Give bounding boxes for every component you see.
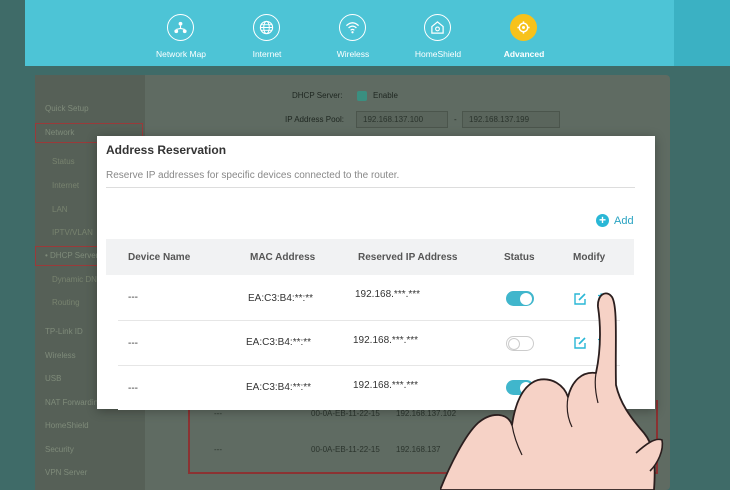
sidebar-item-ddns[interactable]: Dynamic DNS — [52, 275, 102, 284]
column-header-mac: MAC Address — [250, 252, 316, 263]
wifi-icon — [339, 14, 366, 41]
trash-icon[interactable] — [596, 336, 610, 350]
nav-label-wireless: Wireless — [336, 49, 370, 59]
sidebar-item-tplink-id[interactable]: TP-Link ID — [45, 327, 83, 336]
nav-label-network-map: Network Map — [155, 49, 207, 59]
address-reservation-dialog: Address Reservation Reserve IP addresses… — [97, 136, 655, 410]
dialog-title: Address Reservation — [106, 143, 227, 157]
reservation-table: Device Name MAC Address Reserved IP Addr… — [106, 239, 634, 410]
sidebar-item-wireless[interactable]: Wireless — [45, 351, 76, 360]
table-header: Device Name MAC Address Reserved IP Addr… — [106, 239, 634, 275]
nav-label-homeshield: HomeShield — [414, 49, 462, 59]
column-header-modify: Modify — [573, 252, 606, 263]
status-toggle[interactable] — [506, 380, 534, 395]
nav-advanced[interactable]: Advanced — [479, 0, 569, 66]
table-row: --- EA:C3:B4:**:** 192.168.***.*** — [106, 275, 634, 320]
sidebar-item-usb[interactable]: USB — [45, 374, 61, 383]
sidebar-item-security[interactable]: Security — [45, 445, 74, 454]
bg-row-ip: 192.168.137.102 — [396, 409, 457, 418]
nav-wireless[interactable]: Wireless — [308, 0, 398, 66]
edit-icon[interactable] — [573, 336, 587, 350]
bg-row-device: --- — [214, 445, 222, 454]
device-name-cell: --- — [128, 383, 138, 394]
nav-internet[interactable]: Internet — [222, 0, 312, 66]
bg-row-mac: 00-0A-EB-11-22-15 — [311, 409, 380, 418]
sidebar-item-internet[interactable]: Internet — [52, 181, 79, 190]
gear-icon — [510, 14, 537, 41]
dialog-description: Reserve IP addresses for specific device… — [106, 170, 400, 181]
column-header-reserved-ip: Reserved IP Address — [358, 252, 458, 263]
column-header-status: Status — [504, 252, 535, 263]
nav-label-advanced: Advanced — [503, 49, 545, 59]
bg-row-device: --- — [214, 409, 222, 418]
device-name-cell: --- — [128, 292, 138, 303]
reserved-ip-cell: 192.168.***.*** — [355, 289, 421, 300]
add-button-label: Add — [614, 214, 634, 227]
dhcp-enable-label: Enable — [373, 91, 398, 100]
status-toggle[interactable] — [506, 291, 534, 306]
sidebar-item-quick-setup[interactable]: Quick Setup — [45, 104, 89, 113]
status-toggle[interactable] — [506, 336, 534, 351]
bg-row-mac: 00-0A-EB-11-22-15 — [311, 445, 380, 454]
reserved-ip-cell: 192.168.***.*** — [353, 380, 419, 391]
network-map-icon — [167, 14, 194, 41]
reserved-ip-cell: 192.168.***.*** — [353, 335, 419, 346]
table-row: --- EA:C3:B4:**:** 192.168.***.*** — [118, 365, 620, 410]
add-reservation-button[interactable]: + Add — [596, 214, 634, 227]
sidebar-item-iptv[interactable]: IPTV/VLAN — [52, 228, 93, 237]
sidebar-item-nat[interactable]: NAT Forwarding — [45, 398, 103, 407]
nav-network-map[interactable]: Network Map — [136, 0, 226, 66]
sidebar-item-network[interactable]: Network — [45, 128, 74, 137]
ip-pool-start-field[interactable]: 192.168.137.100 — [356, 111, 448, 128]
dhcp-server-label: DHCP Server: — [292, 91, 343, 100]
bg-row-ip: 192.168.137 — [396, 445, 441, 454]
plus-circle-icon: + — [596, 214, 609, 227]
sidebar-item-homeshield[interactable]: HomeShield — [45, 421, 89, 430]
dhcp-enable-checkbox[interactable] — [357, 91, 367, 101]
edit-icon[interactable] — [573, 292, 587, 306]
dialog-divider — [106, 187, 635, 188]
nav-homeshield[interactable]: HomeShield — [393, 0, 483, 66]
ip-pool-dash: - — [454, 115, 457, 124]
mac-cell: EA:C3:B4:**:** — [246, 337, 312, 348]
globe-icon — [253, 14, 280, 41]
sidebar-item-lan[interactable]: LAN — [52, 205, 68, 214]
column-header-device-name: Device Name — [128, 252, 191, 263]
sidebar-item-status[interactable]: Status — [52, 157, 75, 166]
nav-label-internet: Internet — [252, 49, 282, 59]
nav-right-panel — [674, 0, 730, 66]
ip-pool-end-field[interactable]: 192.168.137.199 — [462, 111, 560, 128]
homeshield-icon — [424, 14, 451, 41]
sidebar-item-routing[interactable]: Routing — [52, 298, 80, 307]
edit-icon[interactable] — [573, 380, 587, 394]
mac-cell: EA:C3:B4:**:** — [248, 293, 314, 304]
trash-icon[interactable] — [596, 292, 610, 306]
mac-cell: EA:C3:B4:**:** — [246, 382, 312, 393]
top-navigation: Network Map Internet Wireless HomeShield… — [25, 0, 674, 66]
sidebar-item-vpn[interactable]: VPN Server — [45, 468, 87, 477]
table-row: --- EA:C3:B4:**:** 192.168.***.*** — [118, 320, 620, 365]
device-name-cell: --- — [128, 338, 138, 349]
ip-pool-label: IP Address Pool: — [285, 115, 344, 124]
sidebar-item-dhcp-server[interactable]: • DHCP Server — [45, 251, 98, 260]
trash-icon[interactable] — [596, 380, 610, 394]
